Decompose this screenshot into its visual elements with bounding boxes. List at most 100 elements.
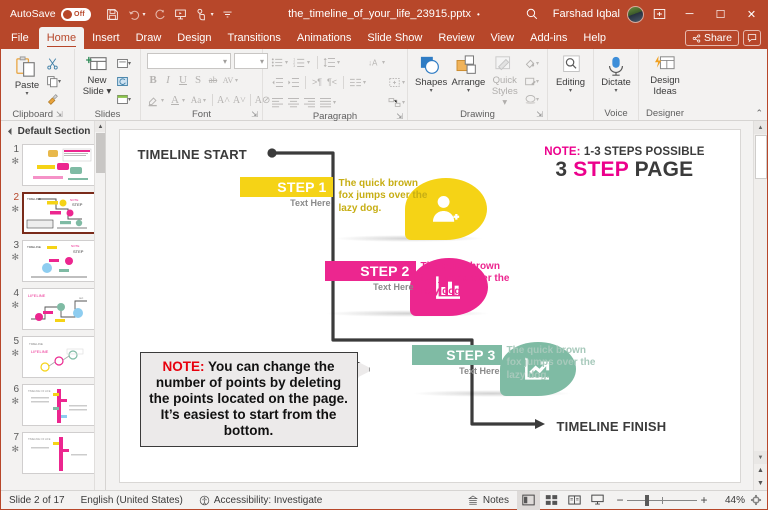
tab-home[interactable]: Home [39, 27, 84, 49]
autosave-switch[interactable]: Off [61, 8, 91, 21]
thumbnail-preview[interactable] [22, 144, 96, 186]
ribbon-display-options-icon[interactable] [644, 1, 674, 27]
tab-transitions[interactable]: Transitions [220, 27, 289, 49]
reset-button[interactable] [115, 73, 134, 90]
slide-thumbnail-pane[interactable]: ◣ Default Section 1 ✻ 2 ✻ TIMELINENOTE [1, 121, 106, 490]
slide-show-button[interactable] [586, 491, 609, 510]
smartart-caret-icon[interactable]: ▾ [402, 99, 405, 106]
thumbnail-scrollbar[interactable]: ▲ [94, 121, 105, 490]
bullets-button[interactable] [271, 57, 284, 68]
italic-button[interactable]: I [162, 74, 174, 86]
align-text-caret-icon[interactable]: ▾ [402, 79, 405, 86]
shape-effects-caret-icon[interactable]: ▾ [536, 96, 539, 103]
scroll-track[interactable] [754, 134, 767, 451]
tab-draw[interactable]: Draw [128, 27, 170, 49]
scroll-down-icon[interactable]: ▼ [754, 451, 767, 464]
thumbnail-item-5[interactable]: 5 ✻ TIMELINELIFELINE [1, 333, 105, 381]
slide-area-scrollbar[interactable]: ▲ ▼ ▲ ▼ [753, 121, 767, 490]
normal-view-button[interactable] [517, 491, 540, 510]
notes-button[interactable]: Notes [459, 491, 517, 510]
search-icon[interactable] [515, 1, 549, 27]
thumbnail-item-3[interactable]: 3 ✻ TIMELINENOTESTEP [1, 237, 105, 285]
step-3-body[interactable]: The quick brown fox jumps over the lazy … [507, 345, 604, 383]
touch-mouse-mode-icon[interactable] [192, 5, 211, 24]
tab-review[interactable]: Review [430, 27, 482, 49]
paste-dropdown-caret-icon[interactable]: ▾ [25, 91, 28, 97]
step-3-label-bar[interactable]: STEP 3 [412, 345, 502, 365]
ltr-text-direction-button[interactable]: >¶ [311, 77, 323, 87]
thumbnail-preview[interactable]: TIMELINELIFELINE [22, 336, 96, 378]
thumbnail-preview-selected[interactable]: TIMELINENOTESTEP [22, 192, 96, 234]
thumbnail-item-1[interactable]: 1 ✻ [1, 141, 105, 189]
font-name-input[interactable]: ▾ [147, 53, 231, 69]
editing-caret-icon[interactable]: ▾ [569, 88, 572, 94]
text-highlight-color-button[interactable] [147, 94, 160, 107]
timeline-finish-label[interactable]: TIMELINE FINISH [557, 419, 667, 434]
document-title-caret[interactable]: • [477, 10, 480, 19]
columns-button[interactable] [349, 77, 362, 88]
thumbnail-item-2[interactable]: 2 ✻ TIMELINENOTESTEP [1, 189, 105, 237]
zoom-out-button[interactable]: − [613, 493, 627, 507]
step-2-label-bar[interactable]: STEP 2 [325, 261, 416, 281]
zoom-handle[interactable] [645, 495, 649, 506]
tab-design[interactable]: Design [169, 27, 219, 49]
start-presentation-icon[interactable] [171, 5, 190, 24]
format-painter-button[interactable] [45, 91, 64, 108]
step-1-body[interactable]: The quick brown fox jumps over the lazy … [339, 178, 436, 216]
paste-button[interactable]: Paste ▾ [11, 53, 43, 97]
close-button[interactable]: ✕ [736, 1, 767, 27]
thumbnail-item-4[interactable]: 4 ✻ LIFELINEtext [1, 285, 105, 333]
text-shadow-button[interactable]: S [192, 74, 204, 86]
paragraph-dialog-launcher[interactable]: ⇲ [396, 112, 403, 121]
reading-view-button[interactable] [563, 491, 586, 510]
tab-help[interactable]: Help [575, 27, 614, 49]
section-header[interactable]: ◣ Default Section [1, 121, 105, 141]
bullets-caret-icon[interactable]: ▾ [285, 59, 288, 66]
increase-font-size-button[interactable]: A˄ [217, 95, 230, 106]
step-1-sub[interactable]: Text Here [240, 198, 331, 208]
rtl-text-direction-button[interactable]: ¶< [326, 77, 338, 87]
minimize-button[interactable]: ─ [674, 1, 705, 27]
dictate-caret-icon[interactable]: ▾ [614, 88, 617, 94]
text-direction-caret-icon[interactable]: ▾ [382, 59, 385, 66]
share-button[interactable]: Share [685, 30, 739, 46]
timeline-start-label[interactable]: TIMELINE START [138, 147, 247, 162]
editing-button[interactable]: Editing ▾ [553, 53, 588, 94]
comments-button[interactable] [743, 30, 761, 46]
next-slide-button[interactable]: ▼ [754, 477, 767, 490]
autosave-toggle[interactable]: AutoSave Off [10, 8, 91, 21]
zoom-slider[interactable]: − + [609, 493, 715, 507]
arrange-button[interactable]: Arrange ▾ [450, 53, 486, 94]
font-color-caret-icon[interactable]: ▾ [182, 97, 185, 104]
maximize-button[interactable]: ☐ [705, 1, 736, 27]
tab-animations[interactable]: Animations [289, 27, 359, 49]
section-button[interactable]: ▾ [115, 91, 134, 108]
new-slide-button[interactable]: New Slide ▾ [81, 53, 113, 97]
customize-quick-access-toolbar-icon[interactable] [218, 5, 237, 24]
zoom-percentage[interactable]: 44% [715, 495, 745, 506]
layout-button[interactable]: ▾ [115, 55, 134, 72]
align-right-button[interactable] [303, 97, 316, 108]
undo-icon[interactable] [124, 5, 143, 24]
thumbnail-preview[interactable]: TIMELINENOTESTEP [22, 240, 96, 282]
slide-sorter-button[interactable] [540, 491, 563, 510]
slide-canvas[interactable]: TIMELINE START TIMELINE FINISH NOTE: 1-3… [120, 130, 740, 482]
drawing-dialog-launcher[interactable]: ⇲ [536, 110, 543, 119]
section-collapse-icon[interactable]: ◣ [7, 127, 15, 135]
line-spacing-caret-icon[interactable]: ▾ [337, 59, 340, 66]
font-dialog-launcher[interactable]: ⇲ [251, 110, 258, 119]
note-box[interactable]: NOTE: You can change the number of point… [140, 352, 358, 447]
thumbnail-preview[interactable]: TIMELINE OF LIFE [22, 432, 96, 474]
shapes-caret-icon[interactable]: ▾ [430, 88, 433, 94]
thumbnail-scroll-thumb[interactable] [96, 133, 105, 173]
change-case-button[interactable]: Aa [190, 95, 202, 105]
shape-outline-caret-icon[interactable]: ▾ [536, 78, 539, 85]
highlight-caret-icon[interactable]: ▾ [161, 97, 164, 104]
tab-slide-show[interactable]: Slide Show [359, 27, 430, 49]
previous-slide-button[interactable]: ▲ [754, 464, 767, 477]
quick-styles-button[interactable]: Quick Styles ▾ [489, 53, 521, 108]
change-case-caret-icon[interactable]: ▾ [203, 97, 206, 104]
dictate-button[interactable]: Dictate ▾ [599, 53, 633, 94]
redo-icon[interactable] [150, 5, 169, 24]
clipboard-dialog-launcher[interactable]: ⇲ [56, 110, 63, 119]
